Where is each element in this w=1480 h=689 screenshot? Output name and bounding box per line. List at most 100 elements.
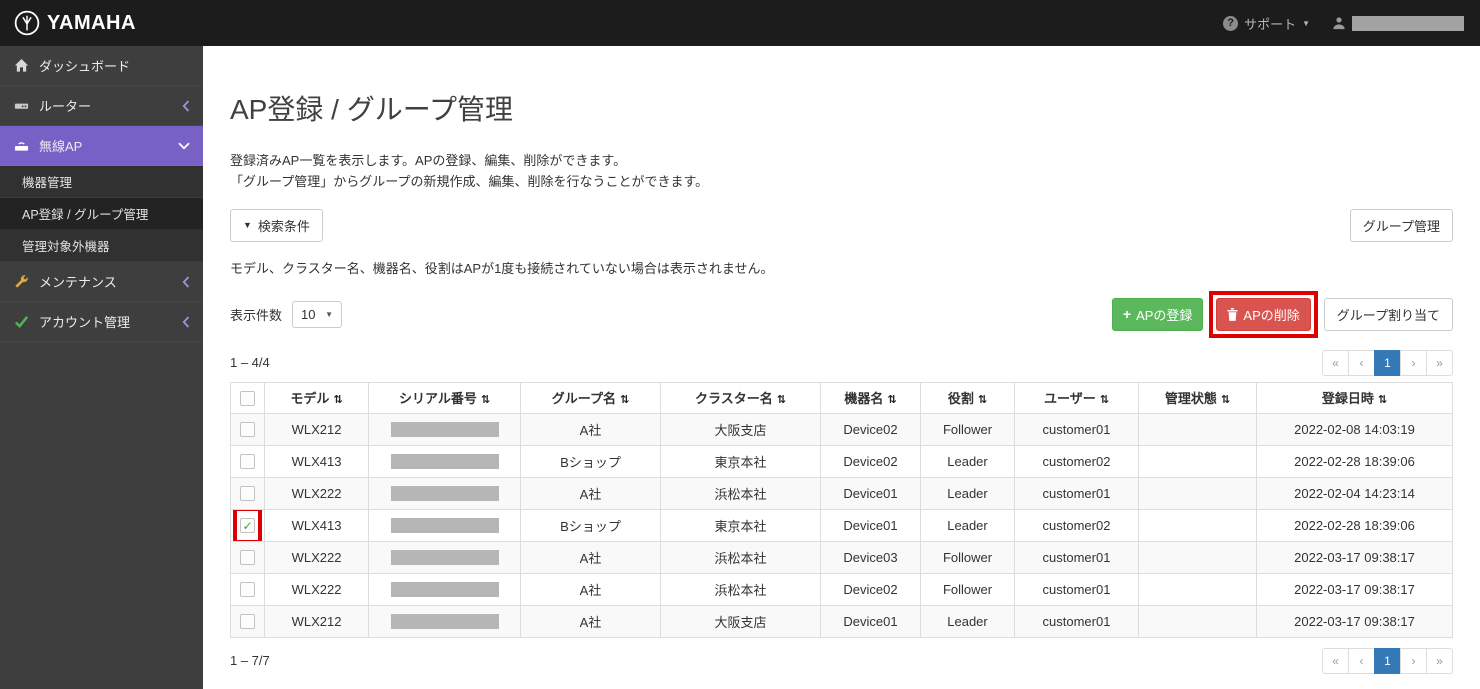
ap-table: モデル⇅ シリアル番号⇅ グループ名⇅ クラスター名⇅ 機器名⇅ 役割⇅ ユーザ… [230,382,1453,638]
cell-device: Device02 [821,573,921,605]
controls-row: 表示件数 10 ▼ + APの登録 [230,291,1453,338]
chevron-down-icon: ▼ [1302,19,1310,28]
cell-status [1139,605,1257,637]
header-serial[interactable]: シリアル番号⇅ [369,382,521,413]
sort-icon[interactable]: ⇅ [1100,393,1109,406]
brand: YAMAHA [14,10,136,36]
ap-delete-button[interactable]: APの削除 [1216,298,1310,331]
select-all-checkbox[interactable] [240,391,255,406]
header-model[interactable]: モデル⇅ [265,382,369,413]
table-note: モデル、クラスター名、機器名、役割はAPが1度も接続されていない場合は表示されま… [230,258,1453,277]
row-checkbox[interactable] [240,422,255,437]
cell-cluster: 大阪支店 [661,413,821,445]
caret-down-icon: ▼ [243,220,252,230]
sort-icon[interactable]: ⇅ [777,393,786,406]
row-checkbox[interactable] [240,486,255,501]
cell-status [1139,509,1257,541]
row-checkbox[interactable] [240,614,255,629]
row-select-cell [231,573,265,605]
cell-cluster: 東京本社 [661,509,821,541]
brand-name: YAMAHA [47,12,136,35]
sort-icon[interactable]: ⇅ [887,393,896,406]
pagination-prev[interactable]: ‹ [1348,648,1375,674]
sidebar-item-unmanaged-devices[interactable]: 管理対象外機器 [0,230,203,262]
cell-date: 2022-02-08 14:03:19 [1257,413,1453,445]
row-select-cell [231,445,265,477]
header-cluster[interactable]: クラスター名⇅ [661,382,821,413]
sort-icon[interactable]: ⇅ [481,393,490,406]
description-line-2: 「グループ管理」からグループの新規作成、編集、削除を行なうことができます。 [230,171,1453,192]
page-title: AP登録 / グループ管理 [230,88,1453,128]
cell-group: A社 [521,477,661,509]
sort-icon[interactable]: ⇅ [620,393,629,406]
pagination-last[interactable]: » [1426,350,1453,376]
row-checkbox[interactable] [240,454,255,469]
row-select-cell: ✓ [231,509,265,541]
sidebar-item-account-management[interactable]: アカウント管理 [0,302,203,342]
row-checkbox[interactable] [240,582,255,597]
sidebar-item-dashboard[interactable]: ダッシュボード [0,46,203,86]
row-checkbox[interactable] [240,550,255,565]
account-name-redacted [1352,16,1464,31]
pagination-next[interactable]: › [1400,648,1427,674]
group-assign-button[interactable]: グループ割り当て [1324,298,1453,331]
search-row: ▼ 検索条件 グループ管理 [230,209,1453,242]
table-row: WLX222A社浜松本社Device03Followercustomer0120… [231,541,1453,573]
page-size-select[interactable]: 10 ▼ [292,301,342,328]
group-manage-button[interactable]: グループ管理 [1350,209,1453,242]
cell-group: Bショップ [521,445,661,477]
chevron-left-icon [182,276,190,288]
pagination-last[interactable]: » [1426,648,1453,674]
pagination-next[interactable]: › [1400,350,1427,376]
cell-cluster: 浜松本社 [661,573,821,605]
ap-register-button[interactable]: + APの登録 [1112,298,1204,331]
wrench-icon [13,274,29,289]
sidebar-item-label: 管理対象外機器 [22,236,110,255]
header-date[interactable]: 登録日時⇅ [1257,382,1453,413]
annotation-highlight-delete: APの削除 [1209,291,1317,338]
pagination-bottom: « ‹ 1 › » [1322,648,1453,674]
cell-device: Device03 [821,541,921,573]
search-condition-toggle[interactable]: ▼ 検索条件 [230,209,323,242]
cell-date: 2022-03-17 09:38:17 [1257,573,1453,605]
serial-redacted [391,518,499,533]
cell-role: Leader [921,605,1015,637]
header-group[interactable]: グループ名⇅ [521,382,661,413]
sidebar-item-device-management[interactable]: 機器管理 [0,166,203,198]
row-select-cell [231,413,265,445]
pagination-first[interactable]: « [1322,648,1349,674]
sidebar-item-router[interactable]: ルーター [0,86,203,126]
row-checkbox[interactable]: ✓ [240,518,255,533]
support-menu[interactable]: ? サポート ▼ [1223,14,1310,33]
pagination-first[interactable]: « [1322,350,1349,376]
header-device[interactable]: 機器名⇅ [821,382,921,413]
group-manage-label: グループ管理 [1363,216,1440,235]
sort-icon[interactable]: ⇅ [1378,393,1387,406]
table-header-row: モデル⇅ シリアル番号⇅ グループ名⇅ クラスター名⇅ 機器名⇅ 役割⇅ ユーザ… [231,382,1453,413]
sidebar-item-ap-registration[interactable]: AP登録 / グループ管理 [0,198,203,230]
pagination-page-1[interactable]: 1 [1374,350,1401,376]
pagination-prev[interactable]: ‹ [1348,350,1375,376]
cell-status [1139,541,1257,573]
cell-model: WLX413 [265,509,369,541]
sort-icon[interactable]: ⇅ [978,393,987,406]
cell-status [1139,413,1257,445]
sort-icon[interactable]: ⇅ [1221,393,1230,406]
result-range-top: 1 – 4/4 [230,355,270,370]
pagination-page-1[interactable]: 1 [1374,648,1401,674]
row-select-cell [231,477,265,509]
cell-serial [369,413,521,445]
header-user[interactable]: ユーザー⇅ [1015,382,1139,413]
sidebar-item-wireless-ap[interactable]: 無線AP [0,126,203,166]
cell-model: WLX222 [265,541,369,573]
header-role[interactable]: 役割⇅ [921,382,1015,413]
cell-role: Leader [921,477,1015,509]
trash-icon [1227,308,1238,321]
sort-icon[interactable]: ⇅ [333,393,342,406]
header-status[interactable]: 管理状態⇅ [1139,382,1257,413]
account-menu[interactable] [1332,16,1464,31]
sidebar-item-label: メンテナンス [39,272,117,291]
serial-redacted [391,454,499,469]
sidebar-item-maintenance[interactable]: メンテナンス [0,262,203,302]
sidebar: ダッシュボード ルーター 無線AP 機器管理 AP登録 / グループ管理 管理対… [0,46,203,689]
